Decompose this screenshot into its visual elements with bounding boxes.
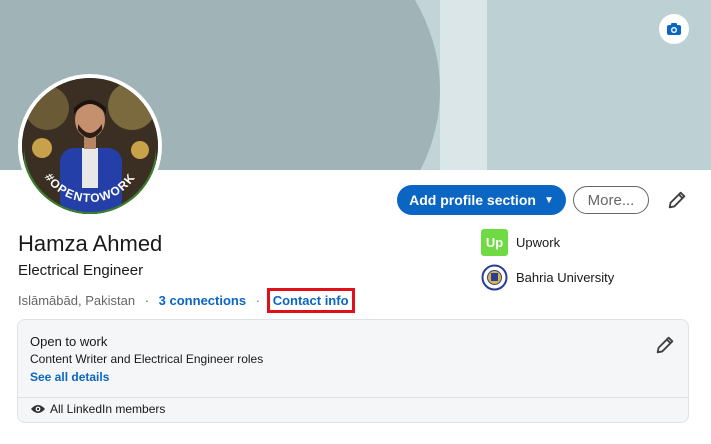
- profile-card: #OPENTOWORK Add profile section ▼ More..…: [0, 0, 711, 444]
- connections-link[interactable]: 3 connections: [159, 293, 246, 308]
- bahria-university-logo: [481, 264, 508, 291]
- school-name: Bahria University: [516, 270, 615, 285]
- current-company-upwork[interactable]: Up Upwork: [481, 229, 560, 256]
- more-label: More...: [587, 191, 635, 209]
- edit-open-to-work-button[interactable]: [654, 334, 676, 356]
- visibility-label: All LinkedIn members: [50, 402, 166, 416]
- more-button[interactable]: More...: [573, 186, 649, 214]
- see-all-details-link[interactable]: See all details: [30, 370, 109, 384]
- edit-banner-button[interactable]: [659, 14, 689, 44]
- eye-icon: [31, 405, 45, 413]
- visibility-row: All LinkedIn members: [30, 402, 165, 416]
- pencil-icon: [668, 191, 686, 209]
- contact-info-highlight: Contact info: [266, 288, 355, 313]
- upwork-logo: Up: [481, 229, 508, 256]
- open-to-work-title: Open to work: [30, 334, 108, 349]
- profile-location: Islāmābād, Pakistan: [18, 293, 136, 308]
- pencil-icon: [656, 336, 674, 354]
- profile-name: Hamza Ahmed: [18, 231, 163, 256]
- add-profile-section-label: Add profile section: [409, 192, 536, 208]
- avatar-image: #OPENTOWORK: [22, 78, 158, 214]
- separator-dot: ·: [144, 293, 150, 308]
- edit-intro-button[interactable]: [666, 189, 688, 211]
- location-row: Islāmābād, Pakistan · 3 connections · Co…: [18, 288, 355, 313]
- banner-shape-mid: [440, 0, 487, 170]
- profile-photo[interactable]: #OPENTOWORK: [18, 74, 162, 218]
- camera-icon: [667, 23, 681, 35]
- company-name: Upwork: [516, 235, 561, 250]
- caret-down-icon: ▼: [543, 194, 554, 206]
- education-bahria-university[interactable]: Bahria University: [481, 264, 614, 291]
- divider: [18, 397, 688, 398]
- contact-info-link[interactable]: Contact info: [273, 293, 349, 308]
- open-to-work-card[interactable]: Open to work Content Writer and Electric…: [17, 319, 689, 423]
- avatar: #OPENTOWORK: [22, 78, 158, 214]
- separator-dot: ·: [255, 293, 261, 308]
- open-to-work-roles: Content Writer and Electrical Engineer r…: [30, 352, 264, 366]
- add-profile-section-button[interactable]: Add profile section ▼: [397, 185, 566, 215]
- profile-headline: Electrical Engineer: [18, 262, 144, 279]
